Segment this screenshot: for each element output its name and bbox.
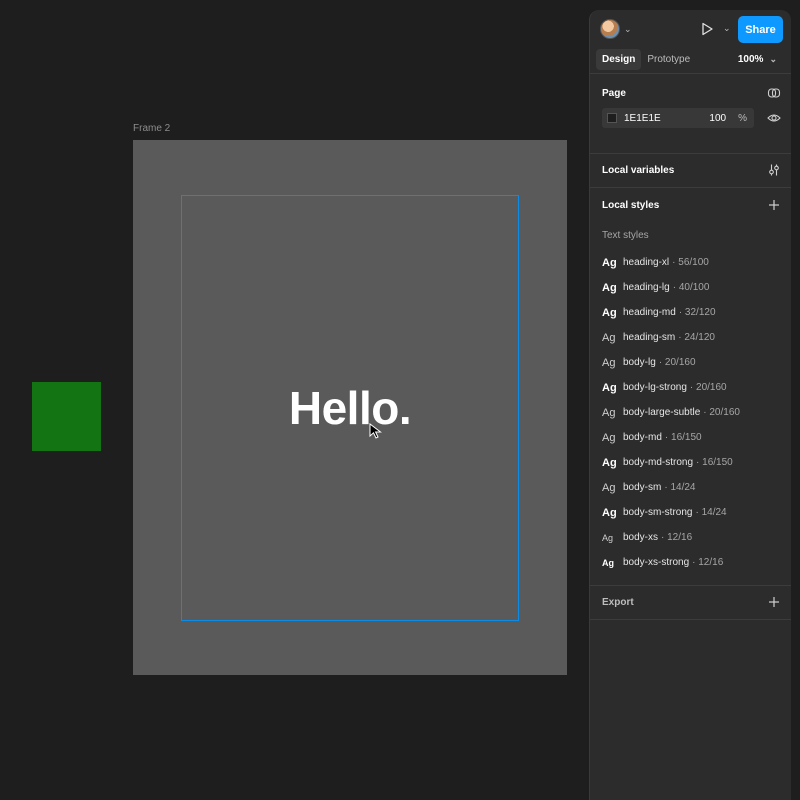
text-style-ag-icon: Ag [602, 532, 614, 543]
text-style-ag-icon: Ag [602, 406, 616, 419]
text-style-meta: · 16/150 [664, 432, 702, 443]
text-style-meta: · 20/160 [658, 357, 696, 368]
design-canvas[interactable]: Frame 2 Hello. [0, 0, 590, 800]
libraries-icon[interactable] [767, 86, 781, 100]
text-style-ag-icon: Ag [602, 331, 616, 344]
text-style-item[interactable]: Ag heading-lg · 40/100 [602, 275, 782, 300]
text-style-name: body-md [623, 432, 662, 443]
text-style-meta: · 56/100 [672, 257, 709, 268]
text-style-meta: · 12/16 [692, 557, 724, 568]
play-icon[interactable] [700, 22, 714, 36]
text-style-meta: · 32/120 [678, 307, 716, 318]
present-options-chevron-icon[interactable]: ⌄ [723, 23, 731, 34]
panel-tabs: Design Prototype 100% ⌄ [590, 48, 791, 74]
mouse-cursor-icon [369, 423, 382, 439]
text-style-name: body-large-subtle [623, 407, 701, 418]
local-variables-title[interactable]: Local variables [590, 165, 686, 176]
text-style-item[interactable]: Ag body-sm-strong · 14/24 [602, 500, 782, 525]
text-style-item[interactable]: Ag body-large-subtle · 20/160 [602, 400, 782, 425]
text-style-item[interactable]: Ag heading-xl · 56/100 [602, 250, 782, 275]
text-style-name: heading-sm [623, 332, 676, 343]
text-style-name: body-md-strong [623, 457, 694, 468]
text-style-meta: · 40/100 [672, 282, 710, 293]
green-rectangle[interactable] [32, 382, 101, 451]
text-style-name: heading-lg [623, 282, 670, 293]
page-background-field[interactable]: 1E1E1E 100 % [602, 108, 754, 128]
text-style-ag-icon: Ag [602, 356, 616, 369]
local-styles-section: Local styles Text styles Ag heading-xl · 5… [590, 188, 791, 586]
variables-settings-icon[interactable] [767, 163, 781, 177]
panel-topbar: ⌄ ⌄ Share [590, 10, 791, 48]
text-style-meta: · 14/24 [664, 482, 696, 493]
text-style-ag-icon: Ag [602, 306, 617, 319]
text-style-meta: · 24/120 [678, 332, 715, 343]
local-styles-title: Local styles [602, 200, 660, 211]
zoom-dropdown[interactable]: 100% ⌄ [738, 54, 777, 65]
text-style-item[interactable]: Ag body-lg-strong · 20/160 [602, 375, 782, 400]
text-style-item[interactable]: Ag body-md · 16/150 [602, 425, 782, 450]
text-styles-list: Ag heading-xl · 56/100 Ag heading-lg · 40/100… [602, 250, 782, 575]
text-style-ag-icon: Ag [602, 281, 617, 294]
export-title: Export [602, 597, 634, 608]
text-style-meta: · 20/160 [689, 382, 727, 393]
text-style-name: heading-xl [623, 257, 670, 268]
text-style-name: body-sm [623, 482, 662, 493]
background-hex-value[interactable]: 1E1E1E [624, 113, 709, 124]
text-style-ag-icon: Ag [602, 431, 616, 444]
frame[interactable]: Hello. [133, 140, 567, 675]
tab-prototype[interactable]: Prototype [641, 49, 696, 70]
text-style-ag-icon: Ag [602, 256, 617, 269]
page-section-title: Page [602, 88, 626, 99]
text-style-name: body-xs [623, 532, 659, 543]
text-style-meta: · 14/24 [695, 507, 727, 518]
text-style-name: heading-md [623, 307, 676, 318]
text-style-ag-icon: Ag [602, 481, 616, 494]
text-style-name: body-lg-strong [623, 382, 687, 393]
text-style-item[interactable]: Ag heading-sm · 24/120 [602, 325, 782, 350]
local-variables-section[interactable]: Local variables [590, 154, 791, 188]
page-section: Page 1E1E1E 100 % [590, 74, 791, 154]
text-style-item[interactable]: Ag body-lg · 20/160 [602, 350, 782, 375]
background-opacity-value[interactable]: 100 [709, 113, 726, 124]
text-style-item[interactable]: Ag body-xs-strong · 12/16 [602, 550, 782, 575]
zoom-value: 100% [737, 54, 764, 65]
text-style-name: body-lg [623, 357, 656, 368]
text-style-item[interactable]: Ag heading-md · 32/120 [602, 300, 782, 325]
share-button[interactable]: Share [738, 16, 783, 43]
hello-text[interactable]: Hello. [289, 381, 412, 435]
text-style-item[interactable]: Ag body-sm · 14/24 [602, 475, 782, 500]
text-style-ag-icon: Ag [602, 506, 617, 519]
text-style-meta: · 16/150 [696, 457, 733, 468]
selected-text-box[interactable]: Hello. [181, 195, 519, 621]
chevron-down-icon[interactable]: ⌄ [624, 24, 632, 35]
text-style-ag-icon: Ag [602, 381, 617, 394]
text-styles-subhead: Text styles [602, 230, 649, 241]
properties-panel: ⌄ ⌄ Share Design Prototype 100% ⌄ Page 1E… [589, 10, 791, 800]
export-section: Export [590, 586, 791, 620]
text-style-name: body-xs-strong [623, 557, 690, 568]
text-style-ag-icon: Ag [602, 456, 617, 469]
frame-label[interactable]: Frame 2 [133, 123, 170, 134]
add-export-plus-icon[interactable] [767, 595, 781, 609]
eye-icon[interactable] [767, 111, 781, 125]
text-style-meta: · 12/16 [661, 532, 693, 543]
text-style-item[interactable]: Ag body-xs · 12/16 [602, 525, 782, 550]
background-color-swatch[interactable] [607, 113, 617, 123]
text-style-name: body-sm-strong [623, 507, 693, 518]
chevron-down-icon: ⌄ [769, 54, 777, 64]
add-style-plus-icon[interactable] [767, 198, 781, 212]
user-avatar[interactable] [600, 19, 620, 39]
opacity-unit: % [738, 112, 747, 124]
tab-design[interactable]: Design [596, 49, 642, 70]
text-style-ag-icon: Ag [602, 557, 614, 568]
text-style-item[interactable]: Ag body-md-strong · 16/150 [602, 450, 782, 475]
text-style-meta: · 20/160 [703, 407, 740, 418]
